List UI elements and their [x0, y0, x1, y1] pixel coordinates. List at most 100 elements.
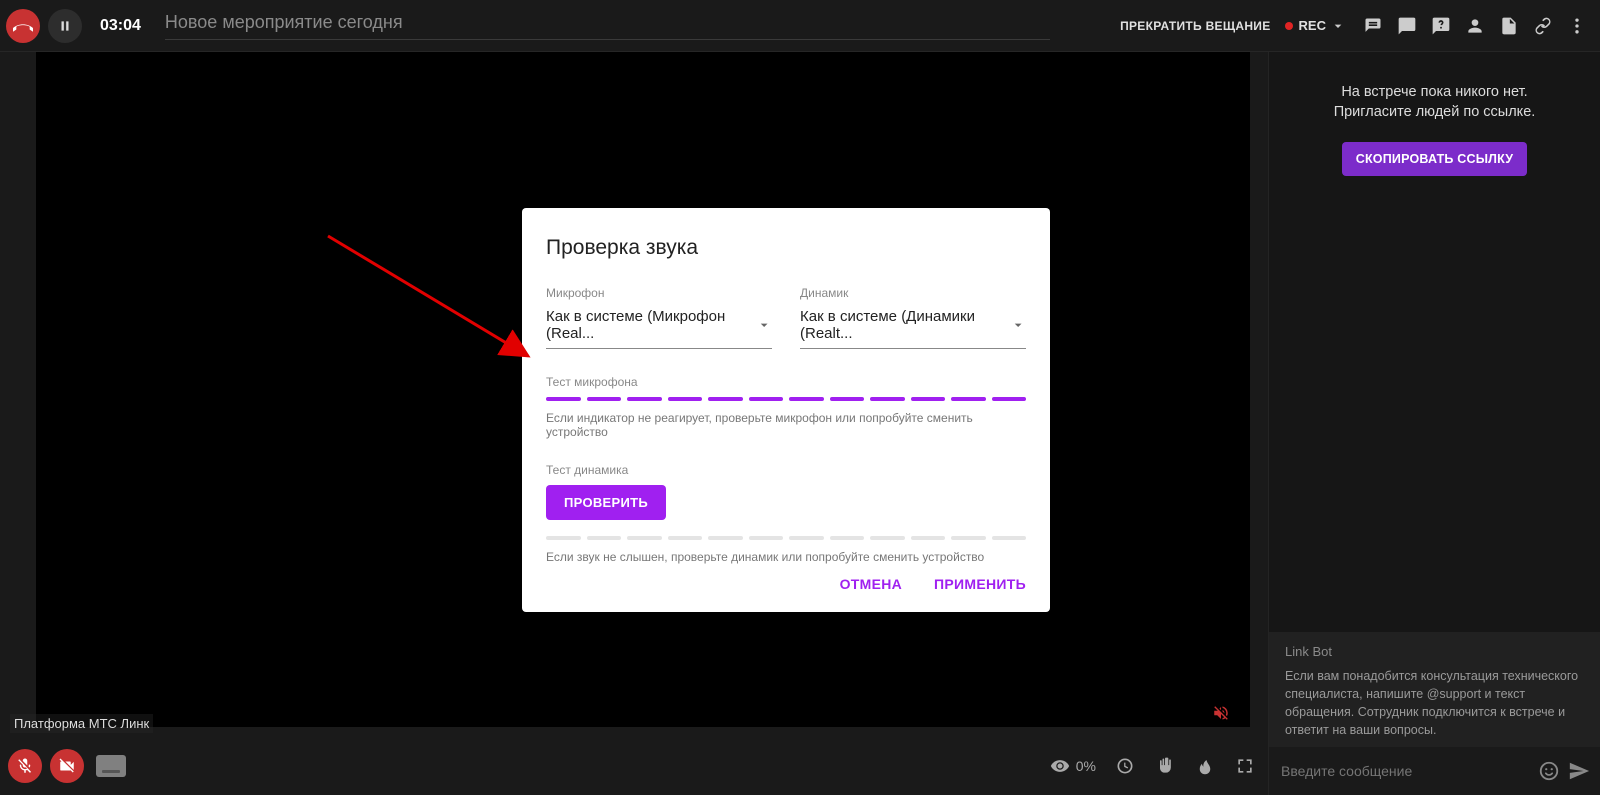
level-segment — [587, 397, 622, 401]
emoji-icon — [1538, 760, 1560, 782]
level-segment — [587, 536, 622, 540]
call-timer: 03:04 — [100, 17, 141, 35]
level-segment — [951, 397, 986, 401]
screen-share-button[interactable] — [96, 755, 126, 777]
level-segment — [992, 397, 1027, 401]
speaker-test-label: Тест динамика — [546, 463, 1026, 477]
volume-off-icon — [1212, 704, 1230, 722]
mic-test-label: Тест микрофона — [546, 375, 1026, 389]
mic-hint: Если индикатор не реагирует, проверьте м… — [546, 411, 1026, 439]
platform-label: Платформа МТС Линк — [10, 714, 153, 733]
level-segment — [951, 536, 986, 540]
viewers-indicator[interactable]: 0% — [1050, 756, 1096, 776]
more-vert-icon — [1567, 16, 1587, 36]
level-segment — [911, 397, 946, 401]
person-icon — [1465, 16, 1485, 36]
level-segment — [708, 536, 743, 540]
record-dot-icon — [1285, 22, 1293, 30]
event-title-input[interactable]: Новое мероприятие сегодня — [165, 12, 1050, 40]
notes-icon — [1363, 16, 1383, 36]
level-segment — [627, 536, 662, 540]
bot-name: Link Bot — [1285, 644, 1584, 659]
record-label: REC — [1299, 18, 1326, 33]
level-segment — [870, 536, 905, 540]
speaker-field-label: Динамик — [800, 286, 1026, 300]
fire-reaction-button[interactable] — [1194, 755, 1216, 777]
level-segment — [708, 397, 743, 401]
level-segment — [992, 536, 1027, 540]
help-button[interactable] — [1424, 9, 1458, 43]
chevron-down-icon — [1010, 316, 1026, 334]
file-icon — [1499, 16, 1519, 36]
copy-link-button[interactable]: СКОПИРОВАТЬ ССЫЛКУ — [1342, 142, 1528, 176]
fullscreen-button[interactable] — [1234, 755, 1256, 777]
sound-check-dialog: Проверка звука Микрофон Как в системе (М… — [522, 208, 1050, 612]
link-button[interactable] — [1526, 9, 1560, 43]
eye-icon — [1050, 756, 1070, 776]
cancel-button[interactable]: ОТМЕНА — [840, 576, 902, 592]
files-button[interactable] — [1492, 9, 1526, 43]
bot-message-panel: Link Bot Если вам понадобится консультац… — [1269, 632, 1600, 748]
viewers-pct: 0% — [1076, 758, 1096, 774]
raise-hand-button[interactable] — [1154, 755, 1176, 777]
mic-select[interactable]: Как в системе (Микрофон (Real... — [546, 304, 772, 349]
camera-off-icon — [58, 757, 76, 775]
level-segment — [668, 397, 703, 401]
notes-button[interactable] — [1356, 9, 1390, 43]
empty-meeting-text-1: На встрече пока никого нет. — [1281, 84, 1588, 100]
chevron-down-icon — [1330, 18, 1346, 34]
camera-toggle-button[interactable] — [50, 749, 84, 783]
hangup-button[interactable] — [6, 9, 40, 43]
level-segment — [870, 397, 905, 401]
empty-meeting-text-2: Пригласите людей по ссылке. — [1281, 104, 1588, 120]
level-segment — [749, 397, 784, 401]
help-icon — [1431, 16, 1451, 36]
mic-level-meter — [546, 397, 1026, 401]
dialog-title: Проверка звука — [546, 236, 1026, 260]
timer-icon — [1115, 756, 1135, 776]
pause-icon — [58, 19, 72, 33]
mic-toggle-button[interactable] — [8, 749, 42, 783]
chat-input[interactable] — [1279, 757, 1530, 785]
chat-icon — [1397, 16, 1417, 36]
speaker-select[interactable]: Как в системе (Динамики (Realt... — [800, 304, 1026, 349]
level-segment — [911, 536, 946, 540]
mic-select-value: Как в системе (Микрофон (Real... — [546, 308, 756, 342]
bottom-toolbar: 0% — [0, 737, 1268, 795]
level-segment — [546, 397, 581, 401]
chat-button[interactable] — [1390, 9, 1424, 43]
level-segment — [627, 397, 662, 401]
more-button[interactable] — [1560, 9, 1594, 43]
participants-button[interactable] — [1458, 9, 1492, 43]
bot-message-text: Если вам понадобится консультация технич… — [1285, 667, 1584, 740]
chevron-down-icon — [756, 316, 772, 334]
level-segment — [749, 536, 784, 540]
level-segment — [789, 397, 824, 401]
speaker-select-value: Как в системе (Динамики (Realt... — [800, 308, 1010, 342]
mic-field-label: Микрофон — [546, 286, 772, 300]
send-icon — [1568, 760, 1590, 782]
top-bar: 03:04 Новое мероприятие сегодня ПРЕКРАТИ… — [0, 0, 1600, 52]
level-segment — [789, 536, 824, 540]
level-segment — [546, 536, 581, 540]
apply-button[interactable]: ПРИМЕНИТЬ — [934, 576, 1026, 592]
send-button[interactable] — [1568, 760, 1590, 782]
level-segment — [830, 397, 865, 401]
stop-broadcast-button[interactable]: ПРЕКРАТИТЬ ВЕЩАНИЕ — [1120, 19, 1270, 33]
hand-icon — [1155, 756, 1175, 776]
chat-input-row — [1269, 747, 1600, 795]
fullscreen-icon — [1235, 756, 1255, 776]
speaker-level-meter — [546, 536, 1026, 540]
pause-button[interactable] — [48, 9, 82, 43]
right-sidebar: На встрече пока никого нет. Пригласите л… — [1268, 52, 1600, 795]
link-icon — [1533, 16, 1553, 36]
fire-icon — [1196, 756, 1214, 776]
timer-button[interactable] — [1114, 755, 1136, 777]
record-button[interactable]: REC — [1285, 18, 1346, 34]
emoji-button[interactable] — [1538, 760, 1560, 782]
speaker-hint: Если звук не слышен, проверьте динамик и… — [546, 550, 1026, 564]
level-segment — [668, 536, 703, 540]
phone-hangup-icon — [13, 16, 33, 36]
sound-muted-indicator — [1210, 702, 1232, 724]
check-speaker-button[interactable]: ПРОВЕРИТЬ — [546, 485, 666, 520]
